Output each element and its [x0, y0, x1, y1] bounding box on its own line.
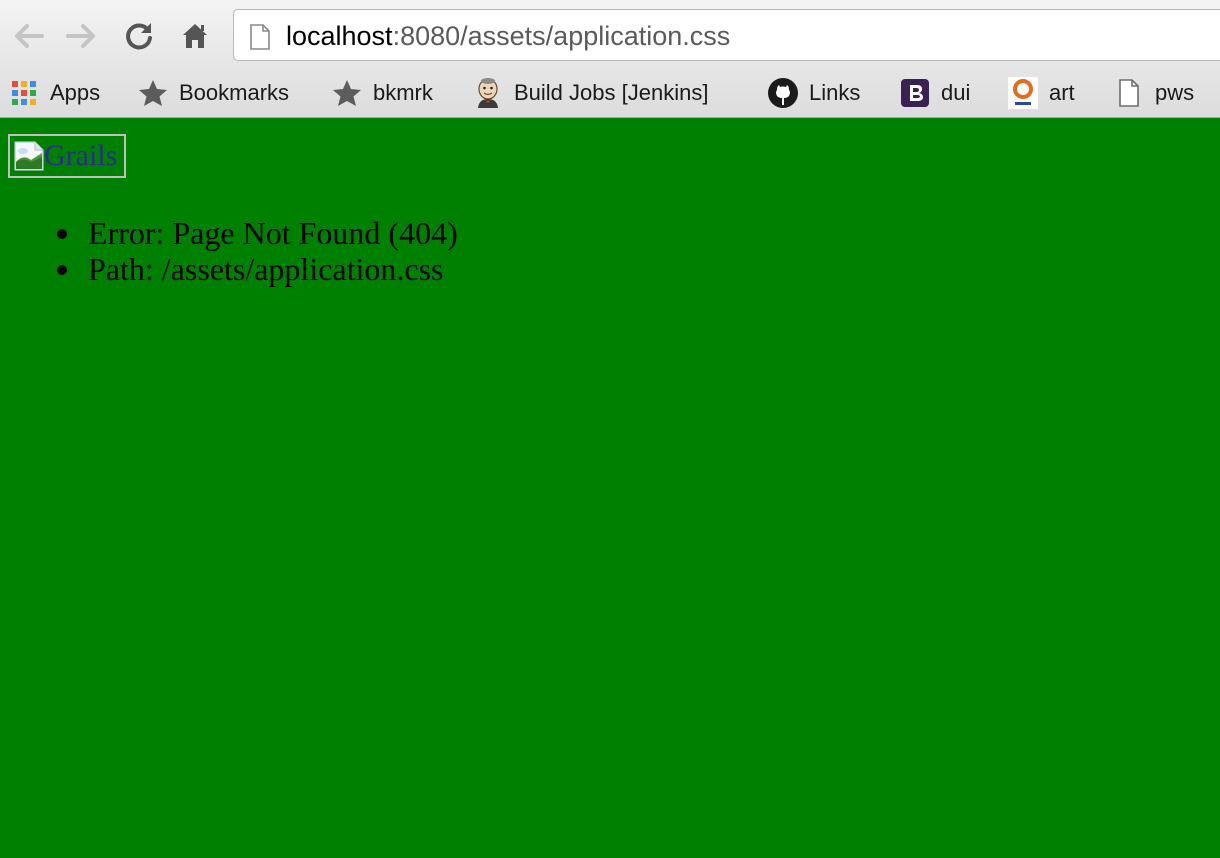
page-content: Grails Error: Page Not Found (404) Path:…	[0, 119, 1220, 858]
star-icon	[137, 77, 169, 109]
jenkins-icon	[472, 77, 504, 109]
bookmark-label: Links	[809, 80, 861, 105]
address-bar[interactable]: localhost:8080/assets/application.css	[233, 9, 1220, 61]
home-icon	[183, 24, 207, 48]
bookmark-label: pws	[1155, 80, 1195, 105]
url-host: localhost	[286, 21, 393, 51]
back-arrow-icon	[15, 24, 44, 48]
forward-button[interactable]	[62, 16, 102, 56]
bookmark-art[interactable]: art	[1007, 74, 1075, 112]
browser-toolbar: localhost:8080/assets/application.css	[0, 0, 1220, 68]
bookmark-pws[interactable]: pws	[1113, 74, 1194, 112]
bookmark-label: dui	[941, 80, 971, 105]
bookmark-label: Apps	[50, 80, 101, 105]
forward-arrow-icon	[66, 24, 95, 48]
reload-icon	[126, 23, 152, 50]
browser-chrome: localhost:8080/assets/application.css Ap…	[0, 0, 1220, 118]
bookmark-dui[interactable]: dui	[899, 74, 970, 112]
bookmark-build-jobs[interactable]: Build Jobs [Jenkins]	[472, 74, 708, 112]
github-icon	[767, 77, 799, 109]
page-icon	[250, 24, 270, 50]
reload-button[interactable]	[119, 16, 159, 56]
apps-grid-icon	[8, 77, 40, 109]
error-list: Error: Page Not Found (404) Path: /asset…	[57, 215, 458, 287]
bookmark-apps[interactable]: Apps	[8, 74, 100, 112]
url-text: localhost:8080/assets/application.css	[286, 20, 730, 52]
bookmark-bookmarks[interactable]: Bookmarks	[137, 74, 289, 112]
bootstrap-icon	[899, 77, 931, 109]
url-path: :8080/assets/application.css	[392, 21, 731, 51]
star-icon	[331, 77, 363, 109]
broken-image-icon	[14, 141, 44, 171]
error-path: Path: /assets/application.css	[57, 251, 458, 287]
grails-logo-link[interactable]: Grails	[8, 134, 126, 178]
bookmark-label: bkmrk	[373, 80, 433, 105]
bookmark-label: Bookmarks	[179, 80, 290, 105]
bookmark-label: art	[1049, 80, 1075, 105]
bookmarks-bar: Apps Bookmarks bkmrk Build Jobs [Jenkins…	[0, 68, 1220, 118]
back-button[interactable]	[8, 16, 48, 56]
bookmark-links[interactable]: Links	[767, 74, 860, 112]
bookmark-label: Build Jobs [Jenkins]	[514, 80, 709, 105]
home-button[interactable]	[175, 16, 215, 56]
page-icon	[1113, 77, 1145, 109]
artifactory-icon	[1007, 77, 1039, 109]
error-message: Error: Page Not Found (404)	[57, 215, 458, 251]
logo-alt-text: Grails	[44, 139, 118, 172]
bookmark-bkmrk[interactable]: bkmrk	[331, 74, 433, 112]
